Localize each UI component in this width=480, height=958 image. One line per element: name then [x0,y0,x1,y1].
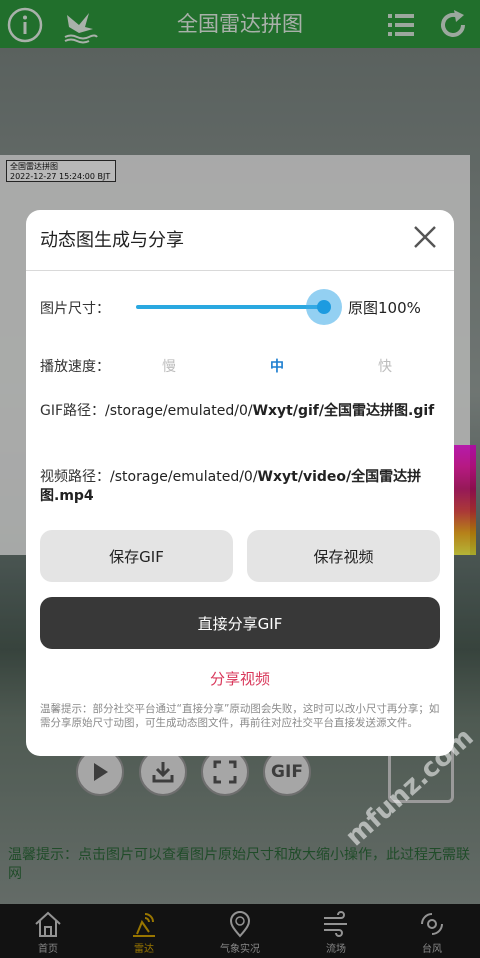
gif-path-label: GIF路径： [40,403,106,419]
speed-option-medium[interactable]: 中 [270,356,284,376]
save-video-button[interactable]: 保存视频 [247,530,440,582]
gif-path-file: Wxyt/gif/全国雷达拼图.gif [252,403,435,419]
close-icon[interactable] [412,224,438,250]
gif-path-prefix: /storage/emulated/0/ [105,403,253,419]
share-video-link[interactable]: 分享视频 [26,668,454,689]
speed-option-slow[interactable]: 慢 [162,356,176,376]
speed-label: 播放速度： [40,359,110,375]
video-path-prefix: /storage/emulated/0/ [110,469,258,485]
video-path: 视频路径：/storage/emulated/0/Wxyt/video/全国雷达… [40,468,440,506]
dialog-note: 温馨提示：部分社交平台通过“直接分享”原动图会失败，这时可以改小尺寸再分享；如需… [40,703,440,729]
save-gif-button[interactable]: 保存GIF [40,530,233,582]
video-path-label: 视频路径： [40,469,110,485]
size-value: 原图100% [348,299,421,317]
size-label: 图片尺寸： [40,301,110,317]
dialog-divider [26,270,454,271]
size-slider-thumb[interactable] [317,300,331,314]
size-slider-track[interactable] [136,305,324,309]
gif-path: GIF路径：/storage/emulated/0/Wxyt/gif/全国雷达拼… [40,402,440,421]
share-gif-button[interactable]: 直接分享GIF [40,597,440,649]
dialog-title: 动态图生成与分享 [40,230,184,251]
speed-option-fast[interactable]: 快 [378,356,392,376]
gif-share-dialog: 动态图生成与分享 图片尺寸： 原图100% 播放速度： 慢 中 快 GIF路径：… [26,210,454,756]
